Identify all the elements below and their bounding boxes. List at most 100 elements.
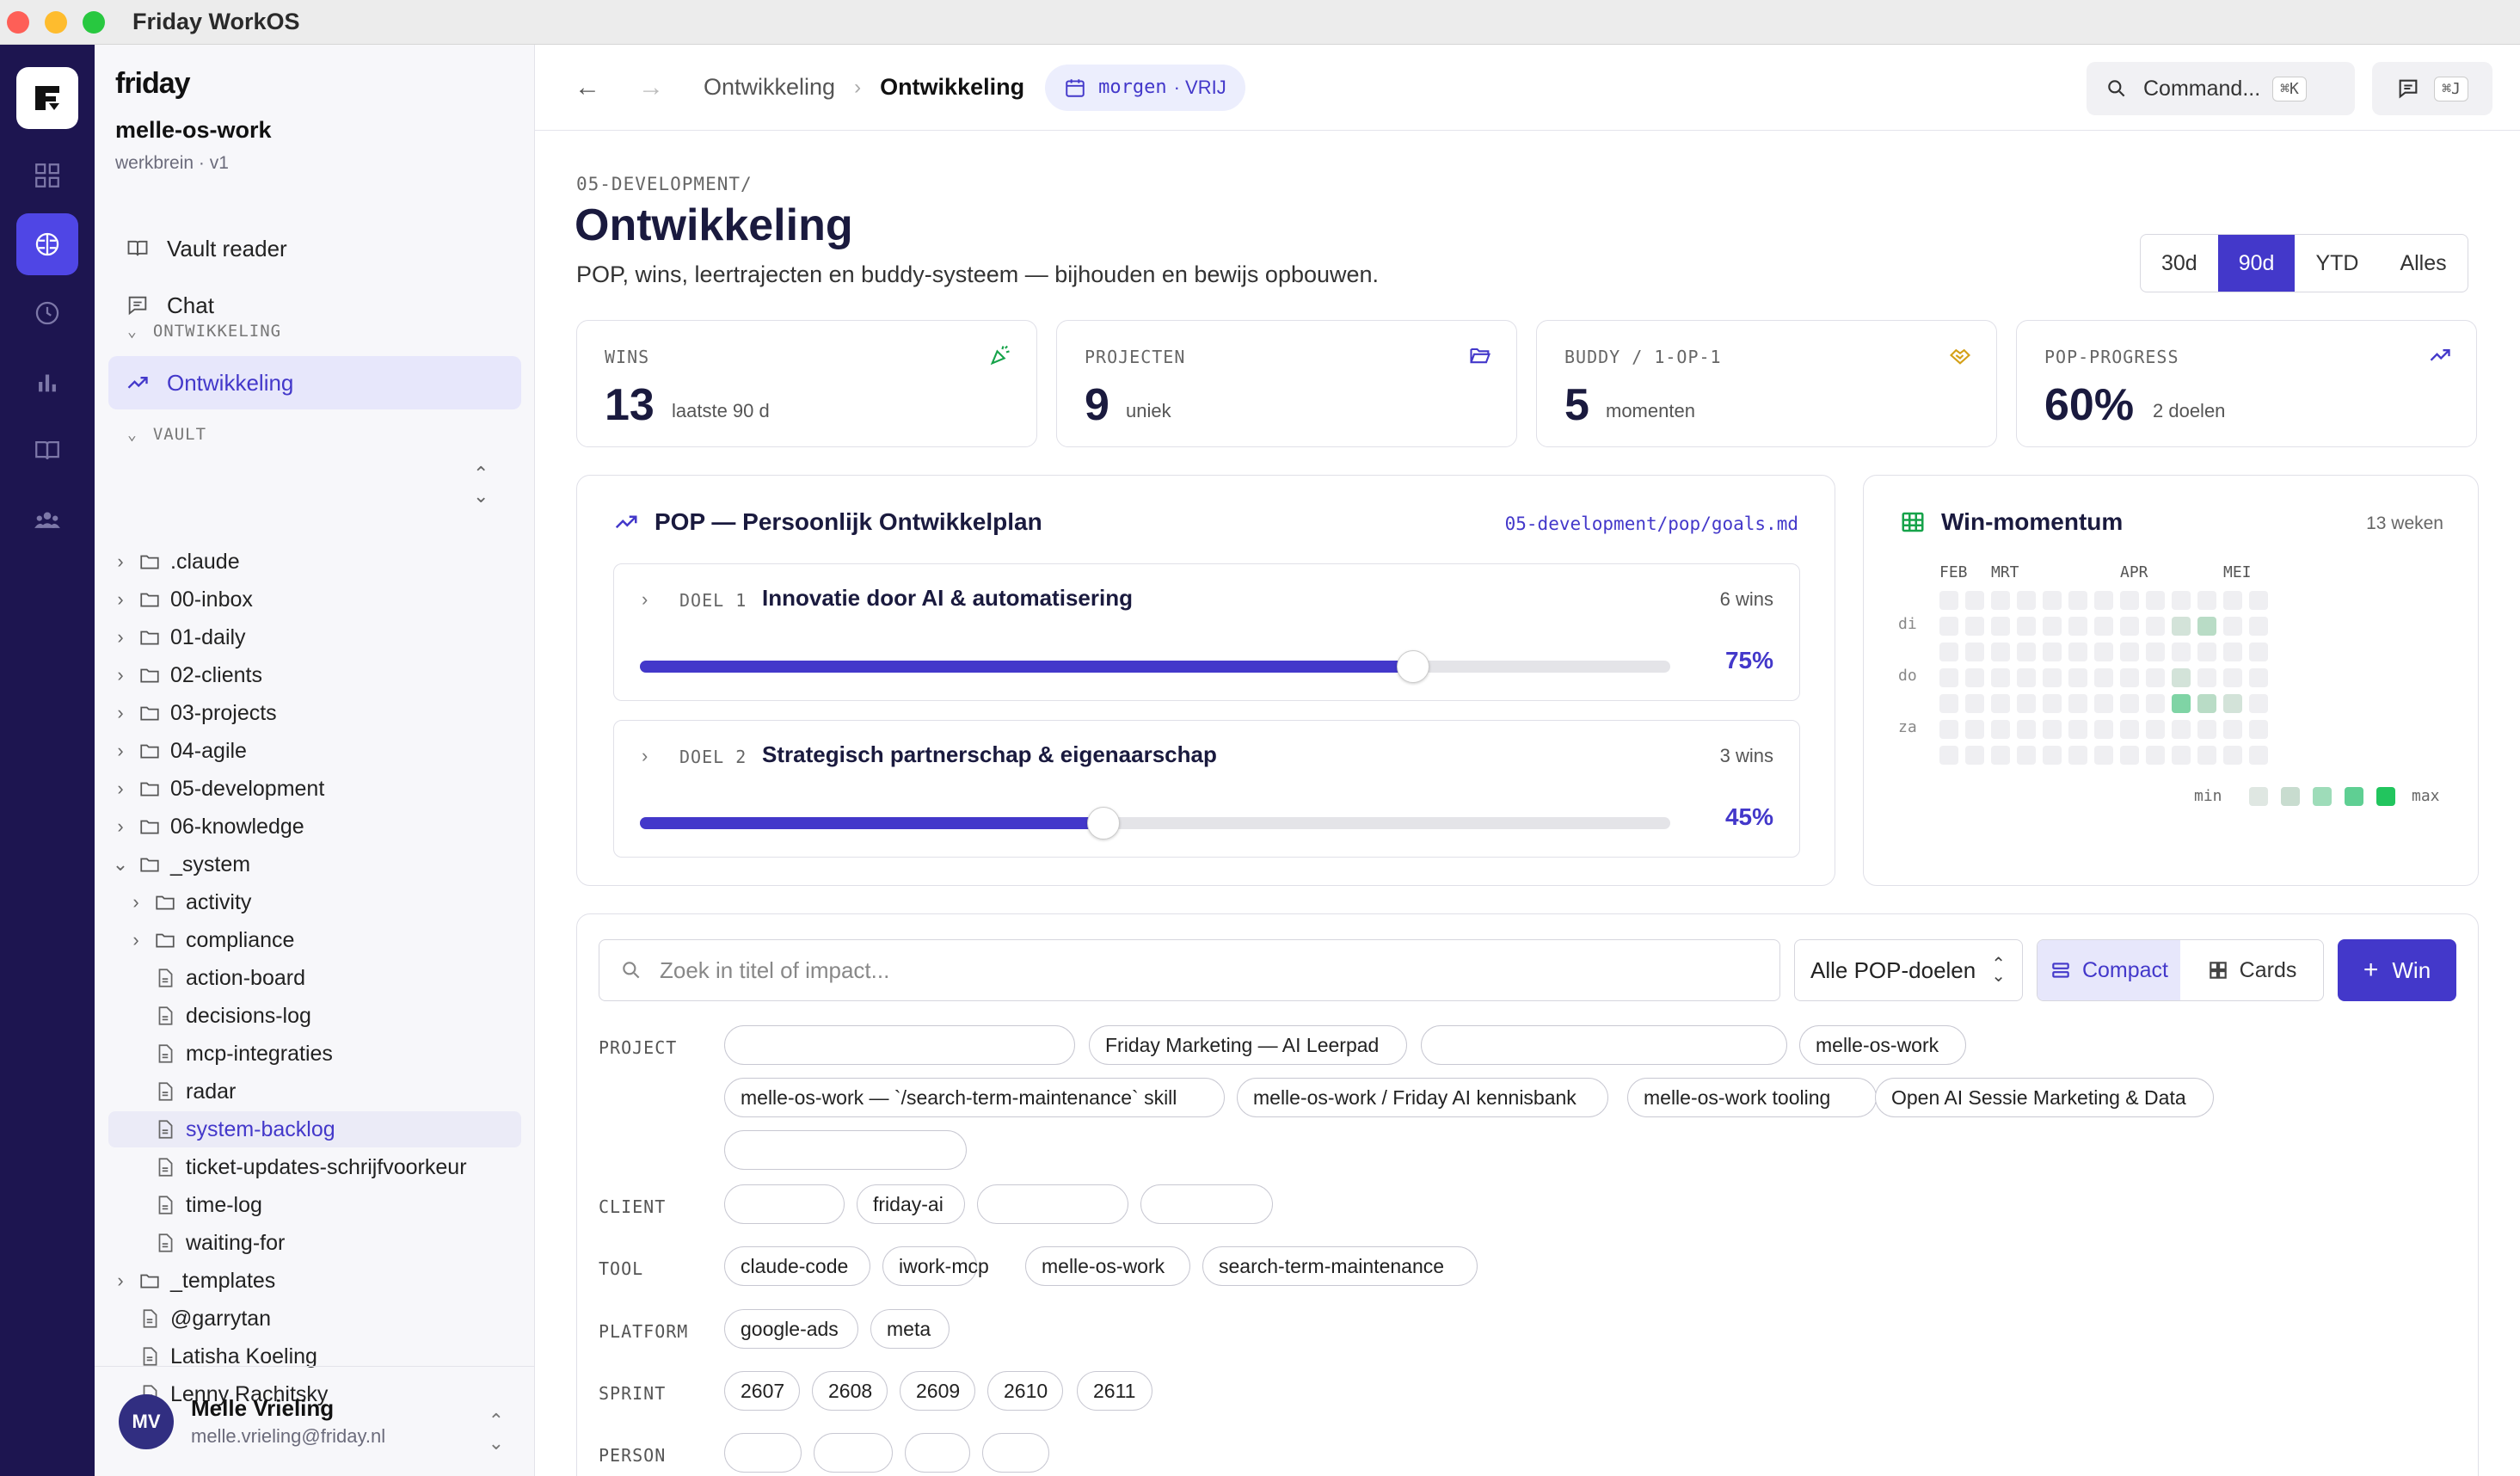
filter-chip-tool[interactable]: melle-os-work	[1025, 1246, 1190, 1286]
rail-book-button[interactable]	[16, 420, 78, 482]
filter-chip-project[interactable]	[1421, 1025, 1787, 1065]
heatmap-cell[interactable]	[2197, 643, 2216, 661]
heatmap-cell[interactable]	[1965, 668, 1984, 687]
tree-file[interactable]: decisions-log	[108, 998, 521, 1034]
range-30d-button[interactable]: 30d	[2141, 235, 2218, 292]
chevron-right-icon[interactable]: ›	[642, 745, 648, 767]
filter-chip-person[interactable]	[982, 1433, 1049, 1473]
heatmap-cell[interactable]	[2120, 668, 2139, 687]
heatmap-cell[interactable]	[1991, 643, 2010, 661]
tree-file[interactable]: system-backlog	[108, 1111, 521, 1147]
heatmap-cell[interactable]	[2146, 643, 2165, 661]
tree-file[interactable]: @garrytan	[108, 1301, 521, 1337]
filter-chip-platform[interactable]: meta	[870, 1309, 950, 1349]
heatmap-cell[interactable]	[2120, 591, 2139, 610]
tree-folder[interactable]: › 00-inbox	[108, 581, 521, 618]
heatmap-cell[interactable]	[1965, 617, 1984, 636]
heatmap-cell[interactable]	[2146, 591, 2165, 610]
collapse-all-icon[interactable]: ⌃ ⌄	[473, 463, 489, 507]
heatmap-cell[interactable]	[2017, 668, 2036, 687]
range-ytd-button[interactable]: YTD	[2295, 235, 2379, 292]
heatmap-cell[interactable]	[2172, 617, 2191, 636]
range-alles-button[interactable]: Alles	[2379, 235, 2467, 292]
heatmap-cell[interactable]	[2249, 668, 2268, 687]
heatmap-cell[interactable]	[1991, 591, 2010, 610]
filter-chip-sprint[interactable]: 2610	[987, 1371, 1063, 1411]
tree-folder[interactable]: › _templates	[108, 1263, 521, 1299]
back-arrow-icon[interactable]: ←	[575, 73, 600, 102]
filter-chip-project[interactable]: melle-os-work tooling	[1627, 1078, 1877, 1117]
date-pill[interactable]: morgen · VRIJ	[1045, 64, 1245, 111]
tree-folder[interactable]: › compliance	[108, 922, 521, 958]
pop-goal-row[interactable]: › DOEL 2 Strategisch partnerschap & eigena…	[613, 720, 1800, 858]
heatmap-cell[interactable]	[2068, 643, 2087, 661]
heatmap-cell[interactable]	[2223, 591, 2242, 610]
filter-chip-sprint[interactable]: 2607	[724, 1371, 800, 1411]
tree-folder[interactable]: › activity	[108, 884, 521, 920]
tree-folder[interactable]: › 02-clients	[108, 657, 521, 693]
filter-chip-project[interactable]: Friday Marketing — AI Leerpad	[1089, 1025, 1407, 1065]
filter-chip-project[interactable]: melle-os-work — `/search-term-maintenanc…	[724, 1078, 1225, 1117]
goal-progress-thumb[interactable]	[1396, 650, 1429, 683]
heatmap-cell[interactable]	[2017, 694, 2036, 713]
filter-chip-sprint[interactable]: 2611	[1077, 1371, 1152, 1411]
pop-goal-row[interactable]: › DOEL 1 Innovatie door AI & automatiserin…	[613, 563, 1800, 701]
filter-chip-client[interactable]: friday-ai	[857, 1184, 965, 1224]
filter-chip-platform[interactable]: google-ads	[724, 1309, 858, 1349]
heatmap-cell[interactable]	[2094, 746, 2113, 765]
tree-folder[interactable]: › .claude	[108, 544, 521, 580]
pop-file-link[interactable]: 05-development/pop/goals.md	[1505, 514, 1798, 534]
heatmap-cell[interactable]	[2043, 617, 2062, 636]
filter-chip-tool[interactable]: iwork-mcp	[882, 1246, 989, 1286]
heatmap-cell[interactable]	[2249, 720, 2268, 739]
heatmap-cell[interactable]	[2094, 720, 2113, 739]
filter-chip-tool[interactable]: claude-code	[724, 1246, 870, 1286]
heatmap-cell[interactable]	[1991, 617, 2010, 636]
heatmap-cell[interactable]	[2197, 617, 2216, 636]
heatmap-cell[interactable]	[1991, 668, 2010, 687]
heatmap-cell[interactable]	[2068, 694, 2087, 713]
tree-file[interactable]: waiting-for	[108, 1225, 521, 1261]
heatmap-cell[interactable]	[2223, 643, 2242, 661]
filter-chip-project[interactable]: melle-os-work / Friday AI kennisbank	[1237, 1078, 1608, 1117]
section-ontwikkeling-toggle[interactable]: ⌄ ONTWIKKELING	[127, 322, 281, 341]
heatmap-cell[interactable]	[1939, 746, 1958, 765]
heatmap-cell[interactable]	[2197, 668, 2216, 687]
heatmap-cell[interactable]	[2094, 591, 2113, 610]
close-window-button[interactable]	[7, 10, 29, 34]
rail-analytics-button[interactable]	[16, 351, 78, 413]
filter-chip-project[interactable]	[724, 1130, 967, 1170]
heatmap-cell[interactable]	[2094, 668, 2113, 687]
tree-folder[interactable]: › 01-daily	[108, 619, 521, 655]
heatmap-cell[interactable]	[2197, 694, 2216, 713]
heatmap-cell[interactable]	[2197, 746, 2216, 765]
heatmap-cell[interactable]	[1939, 617, 1958, 636]
filter-chip-sprint[interactable]: 2609	[900, 1371, 975, 1411]
heatmap-cell[interactable]	[2223, 694, 2242, 713]
rail-brain-button[interactable]	[16, 213, 78, 275]
zoom-window-button[interactable]	[83, 10, 105, 34]
heatmap-cell[interactable]	[2094, 643, 2113, 661]
add-win-button[interactable]: + Win	[2338, 939, 2456, 1001]
heatmap-cell[interactable]	[2249, 694, 2268, 713]
filter-chip-person[interactable]	[905, 1433, 970, 1473]
heatmap-cell[interactable]	[2223, 617, 2242, 636]
filter-chip-client[interactable]	[1140, 1184, 1273, 1224]
heatmap-cell[interactable]	[2249, 746, 2268, 765]
heatmap-cell[interactable]	[1991, 746, 2010, 765]
heatmap-cell[interactable]	[2249, 617, 2268, 636]
filter-chip-person[interactable]	[814, 1433, 893, 1473]
heatmap-cell[interactable]	[1991, 694, 2010, 713]
breadcrumb-parent[interactable]: Ontwikkeling	[704, 74, 835, 101]
heatmap-cell[interactable]	[2146, 617, 2165, 636]
heatmap-cell[interactable]	[2120, 617, 2139, 636]
section-vault-toggle[interactable]: ⌄ VAULT	[127, 425, 206, 444]
filter-chip-person[interactable]	[724, 1433, 802, 1473]
rail-dashboard-button[interactable]	[16, 145, 78, 206]
tree-folder[interactable]: › 06-knowledge	[108, 809, 521, 845]
heatmap-cell[interactable]	[2172, 668, 2191, 687]
heatmap-cell[interactable]	[2094, 617, 2113, 636]
tree-file[interactable]: mcp-integraties	[108, 1036, 521, 1072]
heatmap-cell[interactable]	[2043, 591, 2062, 610]
heatmap-cell[interactable]	[1939, 668, 1958, 687]
